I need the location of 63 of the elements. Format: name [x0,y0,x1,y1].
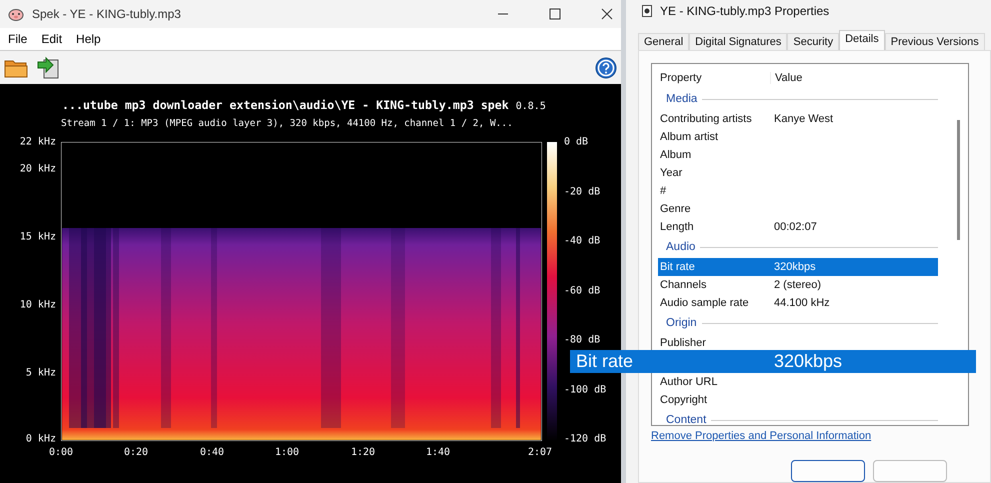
axis-label: 0:20 [124,447,148,458]
tab[interactable]: Digital Signatures [689,33,788,50]
scale-label: 0 dB [564,136,588,148]
remove-properties-link[interactable]: Remove Properties and Personal Information [651,430,872,442]
property-row[interactable]: # [658,182,938,200]
property-row[interactable]: Copyright [658,391,938,409]
property-row[interactable]: Length 00:02:07 [658,218,938,236]
axis-label: 0 kHz [26,434,56,444]
property-row[interactable]: Author URL [658,373,938,391]
file-icon [642,5,652,17]
axis-label: 10 kHz [20,300,56,310]
dialog-button[interactable] [791,460,865,482]
property-row[interactable]: Album [658,146,938,164]
tab[interactable]: Previous Versions [884,33,985,50]
axis-label: 1:20 [350,447,376,458]
scale-label: -60 dB [564,285,600,296]
scale-label: -120 dB [564,434,606,444]
drag-preview-tooltip: Bit rate 320kbps [570,350,976,373]
scale-label: -20 dB [564,186,600,197]
version-label: 0.8.5 [516,101,546,112]
window-title: Spek - YE - KING-tubly.mp3 [32,7,181,21]
file-path: ...utube mp3 downloader extension\audio\YE - KING-tubly.mp3 [62,98,474,112]
property-row[interactable]: Channels 2 (stereo) [658,276,938,294]
scale-label: -80 dB [564,334,600,346]
axis-label: 15 kHz [20,232,56,242]
group-heading: Media [666,93,698,105]
group-heading: Audio [666,241,696,253]
close-icon[interactable] [601,8,613,20]
scale-label: -100 dB [564,384,606,395]
axis-label: 5 kHz [26,368,56,378]
column-header[interactable]: Property [658,72,771,84]
help-icon[interactable] [595,56,617,78]
tab[interactable]: General [638,33,690,50]
tab[interactable]: Details [839,30,885,50]
window-title: YE - KING-tubly.mp3 Properties [660,4,830,18]
menu-item[interactable]: Edit [41,32,62,46]
property-row[interactable]: Album artist [658,128,938,146]
save-arrow-icon[interactable] [36,56,60,80]
property-row[interactable]: Genre [658,200,938,218]
stream-info: Stream 1 / 1: MP3 (MPEG audio layer 3), 320 kbps, 44100 Hz, channel 1 / 2, W... [60,118,514,131]
property-row[interactable]: Audio sample rate 44.100 kHz [658,294,938,312]
axis-label: 20 kHz [20,164,56,174]
property-row[interactable]: Bit rate 320kbps [658,258,938,276]
axis-label: 0:40 [200,447,224,458]
axis-label: 22 kHz [20,136,56,148]
pig-face-icon [8,7,24,21]
scrollbar-thumb[interactable] [957,120,960,240]
axis-label: 0:00 [48,447,74,458]
property-row[interactable]: Contributing artists Kanye West [658,110,938,128]
menu-item[interactable]: Help [76,32,101,46]
group-heading: Content [666,414,706,425]
app-name: spek [480,98,509,112]
axis-label: 1:00 [274,447,300,458]
group-heading: Origin [666,317,697,329]
axis-label: 2:07 [528,447,552,458]
axis-label: 1:40 [426,447,450,458]
menu-item[interactable]: File [8,32,28,46]
tab[interactable]: Security [787,33,840,50]
property-row[interactable]: Year [658,164,938,182]
scale-label: -40 dB [564,236,600,246]
maximize-icon[interactable] [549,8,561,20]
column-header[interactable]: Value [771,72,938,84]
property-row[interactable]: Publisher [658,334,938,352]
